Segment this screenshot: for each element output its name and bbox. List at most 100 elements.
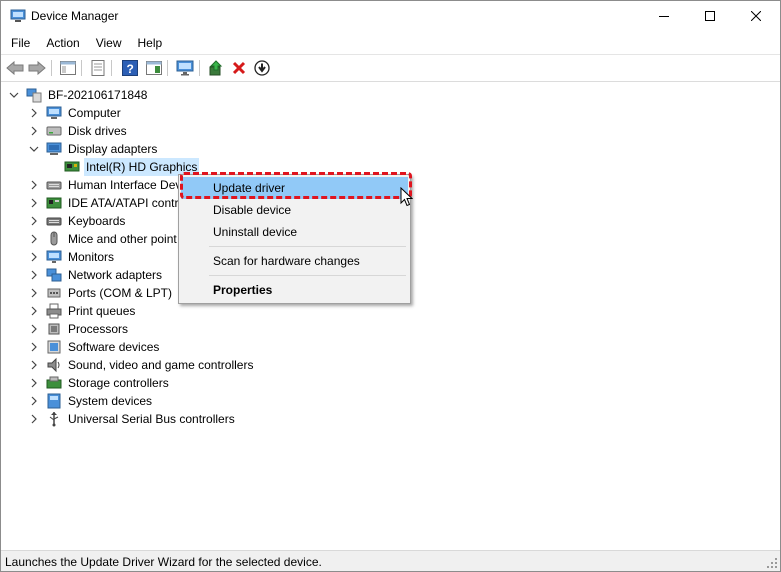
minimize-button[interactable]	[641, 1, 687, 31]
tree-root-label: BF-202106171848	[48, 88, 148, 102]
chevron-right-icon[interactable]	[29, 126, 39, 136]
chevron-right-icon[interactable]	[29, 378, 39, 388]
keyboard-icon	[45, 213, 63, 229]
window-title: Device Manager	[31, 9, 119, 23]
ctx-properties[interactable]: Properties	[181, 279, 408, 301]
computer-root-icon	[25, 87, 43, 103]
tree-item-label: Storage controllers	[68, 376, 169, 390]
tree-item-label: Computer	[68, 106, 121, 120]
action-pane-icon	[146, 61, 162, 75]
usb-icon	[45, 411, 63, 427]
tree-category-item[interactable]: System devices	[29, 392, 154, 410]
svg-text:?: ?	[127, 62, 134, 76]
chevron-right-icon[interactable]	[29, 306, 39, 316]
tree-category-item[interactable]: Mice and other point	[29, 230, 179, 248]
help-icon: ?	[122, 60, 138, 76]
display-card-icon	[63, 159, 81, 175]
help-button[interactable]: ?	[120, 58, 140, 78]
tree-item-label: Disk drives	[68, 124, 127, 138]
tree-category-item[interactable]: Storage controllers	[29, 374, 171, 392]
tree-category-item[interactable]: Computer	[29, 104, 123, 122]
update-driver-button[interactable]	[206, 58, 226, 78]
chevron-right-icon[interactable]	[29, 108, 39, 118]
device-tree: BF-202106171848 Computer Disk drives Displ…	[1, 85, 780, 547]
software-device-icon	[45, 339, 63, 355]
system-device-icon	[45, 393, 63, 409]
tree-category-item[interactable]: Monitors	[29, 248, 116, 266]
chevron-right-icon[interactable]	[29, 198, 39, 208]
menu-help[interactable]: Help	[130, 32, 171, 54]
chevron-right-icon[interactable]	[29, 252, 39, 262]
forward-button[interactable]	[27, 58, 47, 78]
tree-category-item[interactable]: Software devices	[29, 338, 161, 356]
action-pane-button[interactable]	[144, 58, 164, 78]
back-button[interactable]	[5, 58, 25, 78]
menu-file[interactable]: File	[1, 32, 38, 54]
tree-category-item[interactable]: Disk drives	[29, 122, 129, 140]
ctx-uninstall-device[interactable]: Uninstall device	[181, 221, 408, 243]
ctx-separator	[209, 246, 406, 247]
tree-item-label: Print queues	[68, 304, 136, 318]
chevron-down-icon[interactable]	[9, 90, 19, 100]
status-text: Launches the Update Driver Wizard for th…	[5, 555, 322, 569]
chevron-right-icon[interactable]	[29, 324, 39, 334]
tree-item-label: Processors	[68, 322, 129, 336]
chevron-right-icon[interactable]	[29, 234, 39, 244]
minimize-icon	[659, 16, 669, 17]
chevron-right-icon[interactable]	[29, 396, 39, 406]
tree-category-item[interactable]: Sound, video and game controllers	[29, 356, 255, 374]
sound-icon	[45, 357, 63, 373]
chevron-right-icon[interactable]	[29, 270, 39, 280]
tree-item-label: Display adapters	[68, 142, 158, 156]
tree-category-item[interactable]: Display adapters	[29, 140, 159, 158]
enable-device-icon	[254, 60, 270, 76]
ctx-scan-hardware[interactable]: Scan for hardware changes	[181, 250, 408, 272]
port-icon	[45, 285, 63, 301]
tree-category-item[interactable]: Ports (COM & LPT)	[29, 284, 174, 302]
hid-icon	[45, 177, 63, 193]
chevron-right-icon[interactable]	[29, 180, 39, 190]
chevron-right-icon[interactable]	[29, 342, 39, 352]
tree-category-item[interactable]: Keyboards	[29, 212, 127, 230]
maximize-button[interactable]	[687, 1, 733, 31]
storage-controller-icon	[45, 375, 63, 391]
toolbar-separator	[199, 60, 200, 76]
tree-category-item[interactable]: Human Interface Dev	[29, 176, 183, 194]
tree-category-item[interactable]: IDE ATA/ATAPI contro	[29, 194, 187, 212]
tree-item-label: Human Interface Dev	[68, 178, 182, 192]
resize-grip-icon[interactable]	[766, 557, 778, 569]
tree-category-item[interactable]: Universal Serial Bus controllers	[29, 410, 237, 428]
tree-root[interactable]: BF-202106171848	[9, 86, 149, 104]
tree-item-label: Software devices	[68, 340, 160, 354]
toolbar-divider	[1, 54, 780, 55]
highlight-callout	[180, 172, 412, 199]
chevron-right-icon[interactable]	[29, 288, 39, 298]
close-button[interactable]	[733, 1, 779, 31]
tree-category-item[interactable]: Network adapters	[29, 266, 164, 284]
show-hide-console-tree-icon	[60, 61, 76, 75]
show-hide-console-tree-button[interactable]	[58, 58, 78, 78]
properties-button[interactable]	[88, 58, 108, 78]
uninstall-device-button[interactable]	[229, 58, 249, 78]
tree-item-label: System devices	[68, 394, 153, 408]
tree-item-label: Sound, video and game controllers	[68, 358, 254, 372]
enable-device-button[interactable]	[252, 58, 272, 78]
menu-action[interactable]: Action	[38, 32, 87, 54]
disk-drive-icon	[45, 123, 63, 139]
tree-category-item[interactable]: Print queues	[29, 302, 137, 320]
title-bar[interactable]: Device Manager	[1, 1, 780, 31]
toolbar-border	[1, 81, 780, 82]
toolbar: ?	[1, 56, 780, 80]
menu-view[interactable]: View	[88, 32, 130, 54]
ctx-disable-device[interactable]: Disable device	[181, 199, 408, 221]
tree-category-item[interactable]: Processors	[29, 320, 130, 338]
chevron-right-icon[interactable]	[29, 216, 39, 226]
status-bar: Launches the Update Driver Wizard for th…	[1, 550, 780, 571]
device-manager-window: Device Manager File Action View Help ? B…	[0, 0, 781, 572]
chevron-right-icon[interactable]	[29, 360, 39, 370]
chevron-right-icon[interactable]	[29, 414, 39, 424]
toolbar-separator	[167, 60, 168, 76]
chevron-down-icon[interactable]	[29, 144, 39, 154]
scan-hardware-button[interactable]	[175, 58, 195, 78]
forward-arrow-icon	[28, 61, 46, 75]
